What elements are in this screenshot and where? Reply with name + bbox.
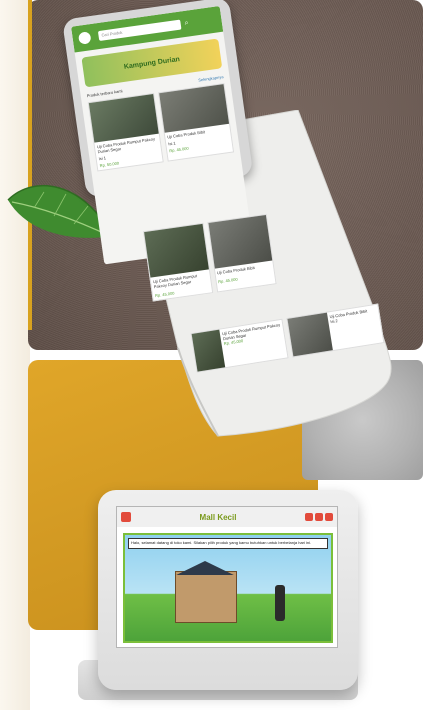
menu-button[interactable] — [121, 512, 131, 522]
search-icon[interactable]: ⌕ — [184, 19, 189, 27]
game-scene: Halo, selamat datang di toko kami. Silak… — [123, 533, 333, 643]
tablet-screen: Mall Kecil Halo, selamat datang di toko … — [116, 506, 338, 648]
product-image — [287, 312, 333, 357]
banner-title: Kampung Durian — [123, 55, 181, 71]
search-input[interactable]: Cari Produk — [97, 19, 182, 42]
close-button[interactable] — [325, 513, 333, 521]
product-card[interactable]: Uji Coba Produk Bibit Rp. 45.000 — [206, 213, 277, 293]
product-image — [207, 214, 273, 269]
product-card[interactable]: Uji Coba Produk Bibit Isi 1 Rp. 45.000 — [158, 83, 235, 162]
phone-mockup: Cari Produk ⌕ Kampung Durian Produk terb… — [62, 0, 254, 265]
sound-button[interactable] — [305, 513, 313, 521]
game-title: Mall Kecil — [199, 512, 237, 522]
yellow-accent-edge — [28, 0, 32, 330]
character-figure — [275, 585, 285, 621]
house-illustration — [175, 571, 237, 623]
tablet-mockup: Mall Kecil Halo, selamat datang di toko … — [98, 490, 358, 690]
product-image — [144, 223, 209, 278]
settings-button[interactable] — [315, 513, 323, 521]
app-logo-icon — [77, 31, 92, 45]
dialog-box: Halo, selamat datang di toko kami. Silak… — [128, 538, 328, 549]
page-background — [0, 0, 30, 710]
product-card[interactable]: Uji Coba Produk Rumput Pakcoy Durian Seg… — [142, 222, 213, 302]
game-toolbar: Mall Kecil — [117, 507, 337, 527]
product-card[interactable]: Uji Coba Produk Rumput Pakcoy Durian Seg… — [87, 92, 164, 172]
